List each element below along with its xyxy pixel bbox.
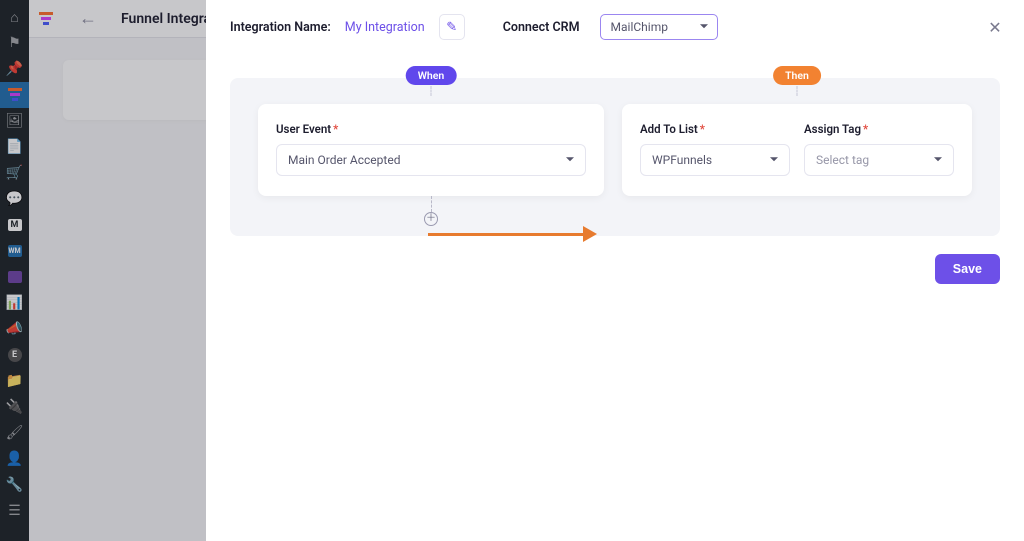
user-event-value: Main Order Accepted	[288, 153, 400, 167]
arrow-head-icon	[583, 226, 605, 242]
assign-tag-label: Assign Tag*	[804, 122, 954, 136]
when-card: When User Event* Main Order Accepted ＋	[258, 104, 604, 196]
integration-modal: Integration Name: My Integration ✎ Conne…	[206, 0, 1024, 541]
assign-tag-placeholder: Select tag	[816, 153, 869, 167]
arrow-shaft	[428, 233, 584, 236]
when-stem	[431, 86, 432, 96]
close-icon: ✕	[988, 18, 1001, 37]
modal-footer: Save	[206, 236, 1024, 284]
add-rule-button[interactable]: ＋	[424, 212, 438, 226]
user-event-label: User Event*	[276, 122, 586, 136]
add-to-list-label: Add To List*	[640, 122, 790, 136]
modal-header: Integration Name: My Integration ✎ Conne…	[206, 0, 1024, 54]
assign-tag-field: Assign Tag* Select tag	[804, 122, 954, 176]
connector-line	[431, 196, 432, 212]
integration-name-label: Integration Name:	[230, 20, 331, 35]
connect-crm-selected: MailChimp	[611, 20, 668, 34]
close-modal-button[interactable]: ✕	[984, 16, 1006, 38]
then-card: Then Add To List* WPFunnels Assign Tag* …	[622, 104, 972, 196]
when-pill: When	[406, 66, 457, 85]
add-to-list-field: Add To List* WPFunnels	[640, 122, 790, 176]
connect-crm-label: Connect CRM	[503, 20, 580, 35]
annotation-arrow	[428, 226, 605, 242]
then-stem	[797, 86, 798, 96]
user-event-select[interactable]: Main Order Accepted	[276, 144, 586, 176]
then-pill: Then	[773, 66, 821, 85]
pencil-icon: ✎	[446, 20, 457, 35]
add-to-list-select[interactable]: WPFunnels	[640, 144, 790, 176]
save-button[interactable]: Save	[935, 254, 1000, 284]
add-to-list-value: WPFunnels	[652, 153, 712, 167]
integration-name-value: My Integration	[345, 20, 425, 35]
edit-name-button[interactable]: ✎	[439, 14, 465, 40]
rule-row: When User Event* Main Order Accepted ＋ T…	[258, 104, 972, 196]
rule-connector: ＋	[424, 196, 438, 226]
user-event-field: User Event* Main Order Accepted	[276, 122, 586, 176]
rule-canvas: When User Event* Main Order Accepted ＋ T…	[230, 78, 1000, 236]
assign-tag-select[interactable]: Select tag	[804, 144, 954, 176]
connect-crm-select[interactable]: MailChimp	[600, 14, 718, 40]
